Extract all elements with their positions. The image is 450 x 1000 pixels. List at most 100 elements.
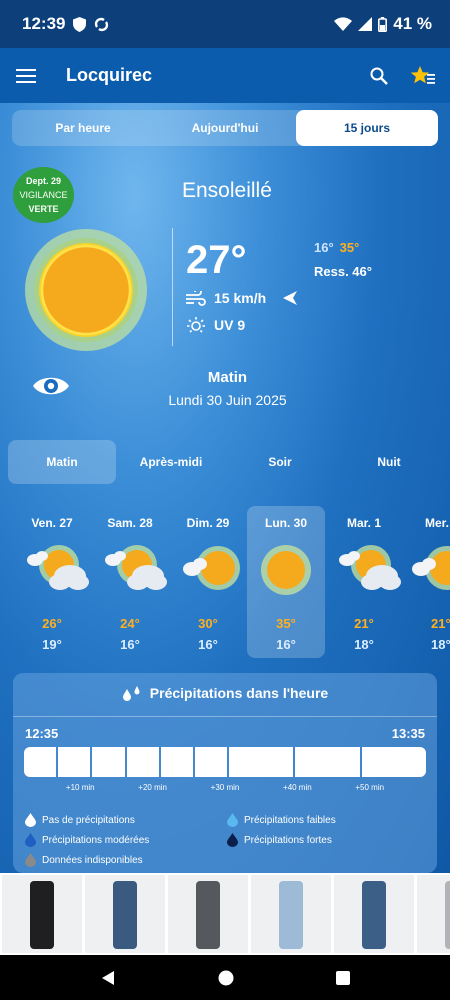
day-card[interactable]: Ven. 27 26° 19° <box>13 506 91 658</box>
drop-dark-blue-icon <box>227 833 238 847</box>
day-name: Dim. 29 <box>186 516 230 530</box>
favorites-star-icon[interactable] <box>410 65 436 87</box>
sun-cloud-icon <box>105 545 167 590</box>
segment-apres-midi[interactable]: Après-midi <box>117 440 225 484</box>
sun-small-cloud-icon <box>412 546 450 590</box>
wind-direction-arrow-icon <box>283 291 298 305</box>
ad-product-image[interactable] <box>417 875 450 953</box>
recents-icon[interactable] <box>336 970 350 985</box>
uv-index: UV 9 <box>214 317 246 333</box>
status-time: 12:39 <box>22 14 66 33</box>
forecast-tabs: Par heure Aujourd'hui 15 jours <box>12 110 438 146</box>
period-name: Matin <box>207 369 248 386</box>
min-temperature: 16° <box>314 240 334 255</box>
precipitation-header: Précipitations dans l'heure <box>13 685 437 702</box>
segment-matin[interactable]: Matin <box>8 440 116 484</box>
battery-icon <box>378 16 388 32</box>
ad-banner[interactable] <box>0 873 450 955</box>
day-card[interactable]: Dim. 29 30° 16° <box>169 506 247 658</box>
day-low-temp: 18° <box>354 637 374 652</box>
day-low-temp: 16° <box>198 637 218 652</box>
selected-period: Matin Lundi 30 Juin 2025 <box>140 369 315 408</box>
sun-cloud-icon <box>27 545 89 590</box>
raindrops-icon <box>122 686 140 702</box>
search-icon[interactable] <box>370 67 388 85</box>
segment-soir[interactable]: Soir <box>226 440 334 484</box>
back-icon[interactable] <box>100 970 116 986</box>
timeline-cell <box>160 747 193 777</box>
sun-small-cloud-icon <box>183 546 240 590</box>
day-card[interactable]: Sam. 28 24° 16° <box>91 506 169 658</box>
sun-icon <box>261 545 311 595</box>
day-high-temp: 35° <box>276 616 296 631</box>
vigilance-badge[interactable]: Dept. 29 VIGILANCE VERTE <box>13 167 74 223</box>
precipitation-divider <box>13 716 437 717</box>
tab-15-jours[interactable]: 15 jours <box>296 110 438 146</box>
day-low-temp: 16° <box>276 637 296 652</box>
day-name: Ven. 27 <box>31 516 73 530</box>
timeline-tick: +50 min <box>355 783 385 792</box>
vigilance-level: VERTE <box>28 204 59 214</box>
app-bar: Locquirec <box>0 48 450 103</box>
ad-product-image[interactable] <box>2 875 82 953</box>
weather-condition: Ensoleillé <box>182 179 272 202</box>
status-bar: 12:39 41 % <box>0 0 450 48</box>
precipitation-timeline <box>24 747 427 777</box>
menu-icon[interactable] <box>16 68 36 84</box>
day-period-selector: Matin Après-midi Soir Nuit <box>8 440 450 484</box>
max-temperature: 35° <box>339 240 360 255</box>
segment-nuit[interactable]: Nuit <box>335 440 443 484</box>
tab-par-heure[interactable]: Par heure <box>12 110 154 146</box>
info-divider <box>172 228 173 346</box>
ad-product-image[interactable] <box>334 875 414 953</box>
legend-item: Données indisponibles <box>25 853 143 867</box>
timeline-cell <box>361 747 427 777</box>
legend-label: Pas de précipitations <box>42 814 135 826</box>
day-name: Lun. 30 <box>264 516 307 530</box>
legend-item: Précipitations fortes <box>227 833 332 847</box>
uv-sun-icon <box>187 317 205 333</box>
legend-label: Données indisponibles <box>42 854 143 866</box>
wind-info: 15 km/h <box>186 290 298 306</box>
day-high-temp: 21° <box>431 616 450 631</box>
home-icon[interactable] <box>218 970 234 986</box>
timeline-cell <box>194 747 228 777</box>
timeline-cell <box>92 747 125 777</box>
uv-info: UV 9 <box>186 316 245 334</box>
signal-icon <box>358 17 373 31</box>
legend-label: Précipitations faibles <box>244 814 336 826</box>
ad-product-image[interactable] <box>168 875 248 953</box>
timeline-tick: +20 min <box>138 783 167 792</box>
sun-cloud-icon <box>339 545 401 590</box>
precipitation-title: Précipitations dans l'heure <box>149 685 329 701</box>
timeline-ticks: +10 min +20 min +30 min +40 min +50 min <box>24 783 426 795</box>
day-card[interactable]: Mar. 1 21° 18° <box>325 506 403 658</box>
day-high-temp: 21° <box>354 616 374 631</box>
ad-product-image[interactable] <box>85 875 165 953</box>
timeline-tick: +30 min <box>210 783 240 792</box>
precipitation-start-time: 12:35 <box>25 726 59 741</box>
drop-light-blue-icon <box>227 813 238 827</box>
day-high-temp: 24° <box>120 616 140 631</box>
ad-product-image[interactable] <box>251 875 331 953</box>
day-name: Sam. 28 <box>107 516 153 530</box>
timeline-tick: +10 min <box>65 783 95 792</box>
min-max-temperature: 16° 35° <box>314 240 359 255</box>
day-high-temp: 26° <box>42 616 62 631</box>
eye-icon[interactable] <box>32 373 70 399</box>
timeline-cell <box>24 747 57 777</box>
current-temperature: 27° <box>186 238 247 282</box>
legend-label: Précipitations fortes <box>244 834 332 846</box>
legend-item: Pas de précipitations <box>25 813 135 827</box>
legend-item: Précipitations modérées <box>25 833 149 847</box>
location-title: Locquirec <box>66 65 153 85</box>
wifi-icon <box>334 17 353 31</box>
legend-item: Précipitations faibles <box>227 813 336 827</box>
system-nav-bar <box>0 955 450 1000</box>
feels-like-temperature: Ress. 46° <box>314 264 372 279</box>
tab-aujourdhui[interactable]: Aujourd'hui <box>154 110 296 146</box>
vigilance-dept: Dept. 29 <box>25 176 61 186</box>
drop-blue-icon <box>25 833 36 847</box>
day-card[interactable]: Mer. 21° 18° <box>403 506 450 658</box>
day-card-selected[interactable]: Lun. 30 35° 16° <box>247 506 325 658</box>
